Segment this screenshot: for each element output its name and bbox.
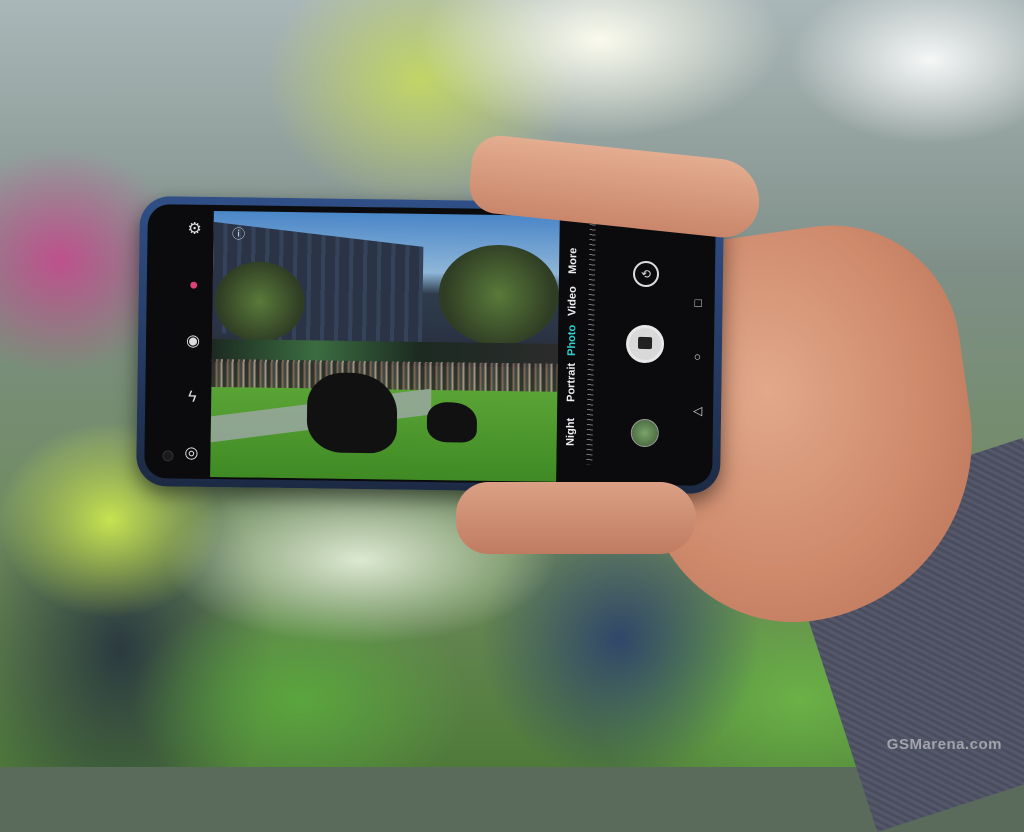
filter-icon[interactable]: ◎ xyxy=(182,445,200,463)
gallery-thumbnail[interactable] xyxy=(630,418,659,448)
camera-shutter-icon xyxy=(637,336,653,350)
square-nav-icon[interactable]: □ xyxy=(695,296,702,310)
flash-off-icon[interactable]: ϟ xyxy=(183,389,201,407)
switch-camera-icon[interactable]: ⟲ xyxy=(632,260,660,288)
triangle-back-icon[interactable]: ◁ xyxy=(693,404,702,418)
dark-sculpture-small xyxy=(426,401,478,443)
smartphone: ⚙ ● ◉ ϟ ◎ ⓘ Night Portrait Photo Video M… xyxy=(136,195,724,495)
ai-color-icon[interactable]: ● xyxy=(185,277,203,295)
camera-viewfinder[interactable]: ⓘ xyxy=(210,210,560,482)
gear-icon[interactable]: ⚙ xyxy=(185,221,203,239)
dark-sculpture xyxy=(306,372,398,454)
hand-finger xyxy=(456,482,696,554)
watermark: GSMarena.com xyxy=(886,736,1002,753)
phone-screen: ⚙ ● ◉ ϟ ◎ ⓘ Night Portrait Photo Video M… xyxy=(144,204,716,486)
circle-nav-icon[interactable]: ○ xyxy=(694,350,701,364)
info-icon[interactable]: ⓘ xyxy=(229,225,247,243)
front-camera-punch-hole xyxy=(162,450,174,462)
camera-left-toolbar: ⚙ ● ◉ ϟ ◎ xyxy=(144,204,208,479)
camera-right-panel: Night Portrait Photo Video More ⟲ □ ○ ◁ xyxy=(558,210,716,486)
shutter-button[interactable] xyxy=(625,324,665,364)
aperture-icon[interactable]: ◉ xyxy=(184,333,202,351)
tree-right xyxy=(438,244,560,346)
